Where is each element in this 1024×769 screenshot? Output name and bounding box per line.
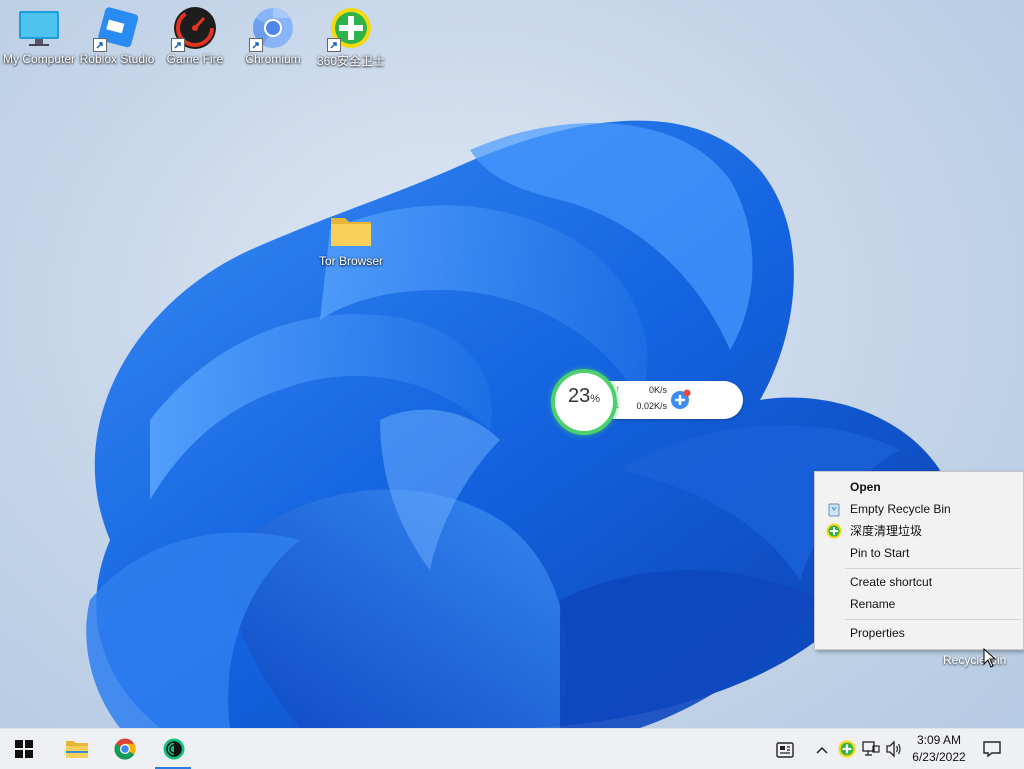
menu-item-label: Rename: [850, 597, 896, 611]
taskbar-file-explorer[interactable]: [55, 729, 95, 769]
360-clean-icon: [826, 523, 842, 539]
chromium-icon: [249, 6, 295, 52]
network-speed-widget[interactable]: 23% ↑ 0K/s ↓ 0.02K/s: [551, 366, 743, 435]
download-speed: 0.02K/s: [636, 401, 667, 411]
context-menu: Open Empty Recycle Bin 深度清理垃圾 Pin to Sta…: [814, 471, 1024, 650]
menu-item-create-shortcut[interactable]: Create shortcut: [817, 571, 1021, 593]
notification-icon: [983, 741, 1001, 757]
menu-separator: [845, 619, 1021, 620]
shortcut-arrow-icon: [93, 38, 107, 52]
recycle-bin-small-icon: [826, 501, 842, 517]
desktop-icon-360-security[interactable]: 360安全卫士: [312, 0, 390, 69]
taskbar-tor-browser[interactable]: [153, 729, 193, 769]
notification-center-button[interactable]: [980, 729, 1008, 769]
clock-date: 6/23/2022: [912, 750, 966, 764]
menu-item-rename[interactable]: Rename: [817, 593, 1021, 615]
desktop-icon-roblox-studio[interactable]: Roblox Studio: [78, 0, 156, 66]
desktop-icon-label: Roblox Studio: [79, 52, 155, 66]
desktop-icon-label: Tor Browser: [318, 254, 383, 268]
menu-item-pin-to-start[interactable]: Pin to Start: [817, 542, 1021, 564]
shortcut-arrow-icon: [249, 38, 263, 52]
roblox-studio-icon: [93, 6, 139, 52]
taskbar-clock[interactable]: 3:09 AM 6/23/2022: [900, 732, 978, 766]
menu-item-open[interactable]: Open: [817, 476, 1021, 498]
menu-item-label: Empty Recycle Bin: [850, 502, 951, 516]
tor-icon: [163, 738, 185, 760]
menu-item-properties[interactable]: Properties: [817, 622, 1021, 644]
menu-item-deep-clean[interactable]: 深度清理垃圾: [817, 520, 1021, 542]
start-button[interactable]: [4, 729, 44, 769]
folder-icon: [329, 208, 373, 252]
shortcut-arrow-icon: [171, 38, 185, 52]
menu-separator: [845, 568, 1021, 569]
upload-speed: 0K/s: [648, 385, 667, 395]
desktop-icon-my-computer[interactable]: My Computer: [0, 0, 78, 66]
desktop-icon-label: Chromium: [245, 52, 301, 66]
shortcut-arrow-icon: [327, 38, 341, 52]
menu-item-label: Create shortcut: [850, 575, 933, 589]
menu-item-label: 深度清理垃圾: [850, 524, 923, 538]
menu-item-empty-recycle-bin[interactable]: Empty Recycle Bin: [817, 498, 1021, 520]
menu-item-label: Pin to Start: [850, 546, 910, 560]
taskbar-chrome[interactable]: [104, 729, 144, 769]
desktop-icon-label: 360安全卫士: [316, 54, 386, 68]
menu-item-label: Open: [850, 480, 881, 494]
menu-item-label: Properties: [850, 626, 905, 640]
windows-logo-icon: [15, 740, 33, 758]
mouse-cursor-icon: [983, 648, 997, 668]
accelerate-icon[interactable]: [670, 388, 692, 413]
360-security-icon: [327, 6, 373, 52]
game-fire-icon: [171, 6, 217, 52]
desktop-icon-label: Game Fire: [166, 52, 224, 66]
chrome-icon: [114, 738, 136, 760]
cpu-usage-value: 23%: [567, 385, 601, 407]
desktop-icon-label: My Computer: [2, 52, 76, 66]
taskbar: 3:09 AM 6/23/2022: [0, 728, 1024, 769]
folder-icon: [66, 741, 88, 758]
desktop-icon-game-fire[interactable]: Game Fire: [156, 0, 234, 66]
monitor-icon: [17, 6, 61, 50]
clock-time: 3:09 AM: [916, 733, 962, 747]
desktop-icon-chromium[interactable]: Chromium: [234, 0, 312, 66]
desktop-icon-tor-browser[interactable]: Tor Browser: [312, 202, 390, 268]
